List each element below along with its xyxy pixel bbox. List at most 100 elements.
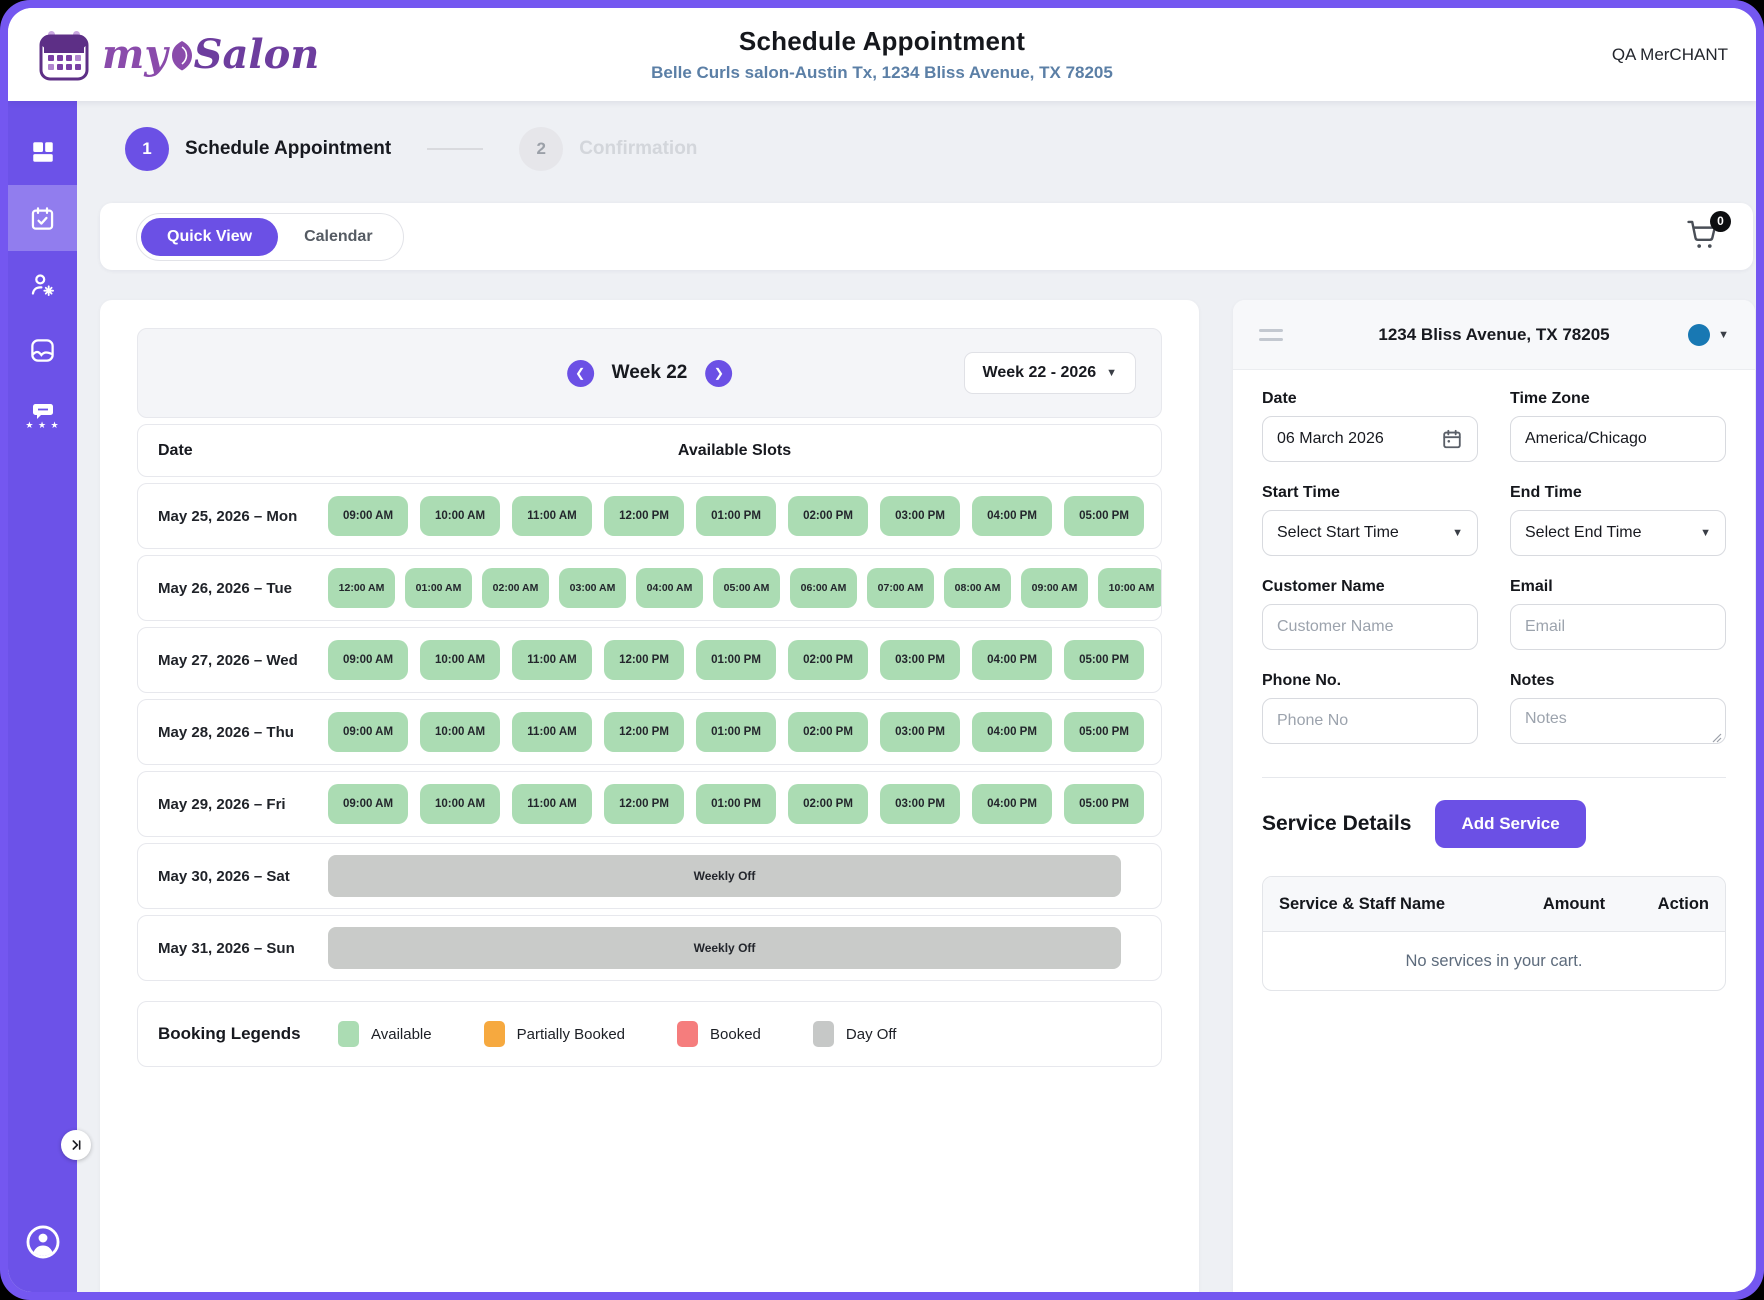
row-date-label: May 26, 2026 – Tue bbox=[158, 580, 328, 597]
menu-icon[interactable] bbox=[1259, 329, 1283, 341]
time-slot[interactable]: 05:00 PM bbox=[1064, 784, 1144, 824]
time-slot[interactable]: 11:00 AM bbox=[512, 640, 592, 680]
time-slot[interactable]: 12:00 PM bbox=[604, 640, 684, 680]
top-header: mySalon Schedule Appointment Belle Curls… bbox=[8, 8, 1756, 101]
sidebar-item-reviews[interactable]: ★ ★ ★ bbox=[8, 383, 77, 449]
service-table: Service & Staff Name Amount Action No se… bbox=[1262, 876, 1726, 991]
app-logo: mySalon bbox=[8, 28, 338, 82]
sidebar-collapse-button[interactable] bbox=[61, 1130, 91, 1160]
time-slot[interactable]: 02:00 AM bbox=[482, 568, 549, 608]
row-slots: 09:00 AM 10:00 AM 11:00 AM 12:00 PM 01:00 PM… bbox=[328, 640, 1161, 680]
time-slot[interactable]: 03:00 PM bbox=[880, 712, 960, 752]
time-slot[interactable]: 03:00 PM bbox=[880, 640, 960, 680]
time-slot[interactable]: 03:00 AM bbox=[559, 568, 626, 608]
time-slot[interactable]: 01:00 PM bbox=[696, 496, 776, 536]
empty-cart-message: No services in your cart. bbox=[1263, 932, 1725, 990]
time-slot[interactable]: 09:00 AM bbox=[328, 496, 408, 536]
time-slot[interactable]: 02:00 PM bbox=[788, 784, 868, 824]
sidebar-item-dashboard[interactable] bbox=[8, 119, 77, 185]
time-slot[interactable]: 09:00 AM bbox=[328, 640, 408, 680]
sidebar-item-gallery[interactable] bbox=[8, 317, 77, 383]
time-slot[interactable]: 04:00 PM bbox=[972, 640, 1052, 680]
week-year-value: Week 22 - 2026 bbox=[983, 364, 1097, 382]
row-slots: 09:00 AM 10:00 AM 11:00 AM 12:00 PM 01:00 PM… bbox=[328, 496, 1161, 536]
time-slot[interactable]: 11:00 AM bbox=[512, 784, 592, 824]
sidebar-item-appointments[interactable] bbox=[8, 185, 77, 251]
time-slot[interactable]: 11:00 AM bbox=[512, 496, 592, 536]
time-slot[interactable]: 05:00 AM bbox=[713, 568, 780, 608]
timezone-field: Time Zone America/Chicago bbox=[1510, 390, 1726, 462]
tab-quick-view[interactable]: Quick View bbox=[141, 218, 278, 256]
time-slot[interactable]: 04:00 AM bbox=[636, 568, 703, 608]
date-input[interactable]: 06 March 2026 bbox=[1262, 416, 1478, 462]
time-slot[interactable]: 11:00 AM bbox=[512, 712, 592, 752]
phone-field: Phone No. bbox=[1262, 672, 1478, 749]
sidebar-item-customers[interactable] bbox=[8, 251, 77, 317]
phone-input[interactable] bbox=[1262, 698, 1478, 744]
time-slot[interactable]: 05:00 PM bbox=[1064, 640, 1144, 680]
time-slot[interactable]: 04:00 PM bbox=[972, 496, 1052, 536]
schedule-row: May 27, 2026 – Wed09:00 AM 10:00 AM 11:00 … bbox=[137, 627, 1162, 693]
legend-swatch bbox=[484, 1021, 505, 1047]
timezone-input[interactable]: America/Chicago bbox=[1510, 416, 1726, 462]
time-slot[interactable]: 02:00 PM bbox=[788, 640, 868, 680]
time-slot[interactable]: 08:00 AM bbox=[944, 568, 1011, 608]
end-time-select[interactable]: Select End Time ▼ bbox=[1510, 510, 1726, 556]
image-icon bbox=[29, 337, 56, 364]
time-slot[interactable]: 09:00 AM bbox=[1021, 568, 1088, 608]
start-time-select[interactable]: Select Start Time ▼ bbox=[1262, 510, 1478, 556]
time-slot[interactable]: 04:00 PM bbox=[972, 784, 1052, 824]
time-slot[interactable]: 06:00 AM bbox=[790, 568, 857, 608]
notes-input[interactable] bbox=[1510, 698, 1726, 744]
time-slot[interactable]: 02:00 PM bbox=[788, 712, 868, 752]
chevron-down-icon: ▼ bbox=[1700, 527, 1711, 539]
cart-button[interactable]: 0 bbox=[1685, 217, 1725, 257]
time-slot[interactable]: 09:00 AM bbox=[328, 784, 408, 824]
row-slots: 12:00 AM01:00 AM02:00 AM03:00 AM04:00 AM… bbox=[328, 568, 1161, 608]
time-slot[interactable]: 07:00 AM bbox=[867, 568, 934, 608]
row-date-label: May 27, 2026 – Wed bbox=[158, 652, 328, 669]
logo-wordmark: mySalon bbox=[102, 35, 319, 75]
legend-label: Partially Booked bbox=[517, 1026, 625, 1043]
time-slot[interactable]: 12:00 PM bbox=[604, 784, 684, 824]
time-slot[interactable]: 03:00 PM bbox=[880, 496, 960, 536]
tab-calendar[interactable]: Calendar bbox=[278, 218, 398, 256]
legend-item: Partially Booked bbox=[484, 1021, 625, 1047]
location-dropdown[interactable]: ▼ bbox=[1688, 324, 1729, 346]
time-slot[interactable]: 12:00 PM bbox=[604, 712, 684, 752]
time-slot[interactable]: 03:00 PM bbox=[880, 784, 960, 824]
time-slot[interactable]: 01:00 PM bbox=[696, 712, 776, 752]
time-slot[interactable]: 10:00 AM bbox=[420, 784, 500, 824]
view-toolbar: Quick View Calendar 0 bbox=[100, 203, 1753, 270]
time-slot[interactable]: 09:00 AM bbox=[328, 712, 408, 752]
schedule-rows: May 25, 2026 – Mon09:00 AM10:00 AM11:00 … bbox=[137, 483, 1162, 981]
time-slot[interactable]: 05:00 PM bbox=[1064, 496, 1144, 536]
legend-label: Day Off bbox=[846, 1026, 897, 1043]
time-slot[interactable]: 05:00 PM bbox=[1064, 712, 1144, 752]
legend-item: Day Off bbox=[813, 1021, 897, 1047]
next-week-button[interactable]: ❯ bbox=[705, 360, 732, 387]
customer-name-input[interactable] bbox=[1262, 604, 1478, 650]
time-slot[interactable]: 10:00 AM bbox=[1098, 568, 1161, 608]
time-slot[interactable]: 01:00 PM bbox=[696, 784, 776, 824]
time-slot[interactable]: 12:00 PM bbox=[604, 496, 684, 536]
row-date-label: May 29, 2026 – Fri bbox=[158, 796, 328, 813]
account-button[interactable] bbox=[24, 1223, 62, 1266]
time-slot[interactable]: 10:00 AM bbox=[420, 712, 500, 752]
time-slot[interactable]: 10:00 AM bbox=[420, 640, 500, 680]
add-service-button[interactable]: Add Service bbox=[1435, 800, 1585, 848]
previous-week-button[interactable]: ❮ bbox=[567, 360, 594, 387]
time-slot[interactable]: 04:00 PM bbox=[972, 712, 1052, 752]
time-slot[interactable]: 02:00 PM bbox=[788, 496, 868, 536]
time-slot[interactable]: 12:00 AM bbox=[328, 568, 395, 608]
calendar-logo-icon bbox=[38, 28, 90, 82]
time-slot[interactable]: 01:00 AM bbox=[405, 568, 472, 608]
app-frame: mySalon Schedule Appointment Belle Curls… bbox=[0, 0, 1764, 1300]
email-input[interactable] bbox=[1510, 604, 1726, 650]
time-slot[interactable]: 01:00 PM bbox=[696, 640, 776, 680]
row-date-label: May 31, 2026 – Sun bbox=[158, 940, 328, 957]
week-year-dropdown[interactable]: Week 22 - 2026 ▼ bbox=[964, 352, 1136, 394]
schedule-row: May 31, 2026 – SunWeekly Off bbox=[137, 915, 1162, 981]
time-slot[interactable]: 10:00 AM bbox=[420, 496, 500, 536]
divider bbox=[1262, 777, 1726, 778]
